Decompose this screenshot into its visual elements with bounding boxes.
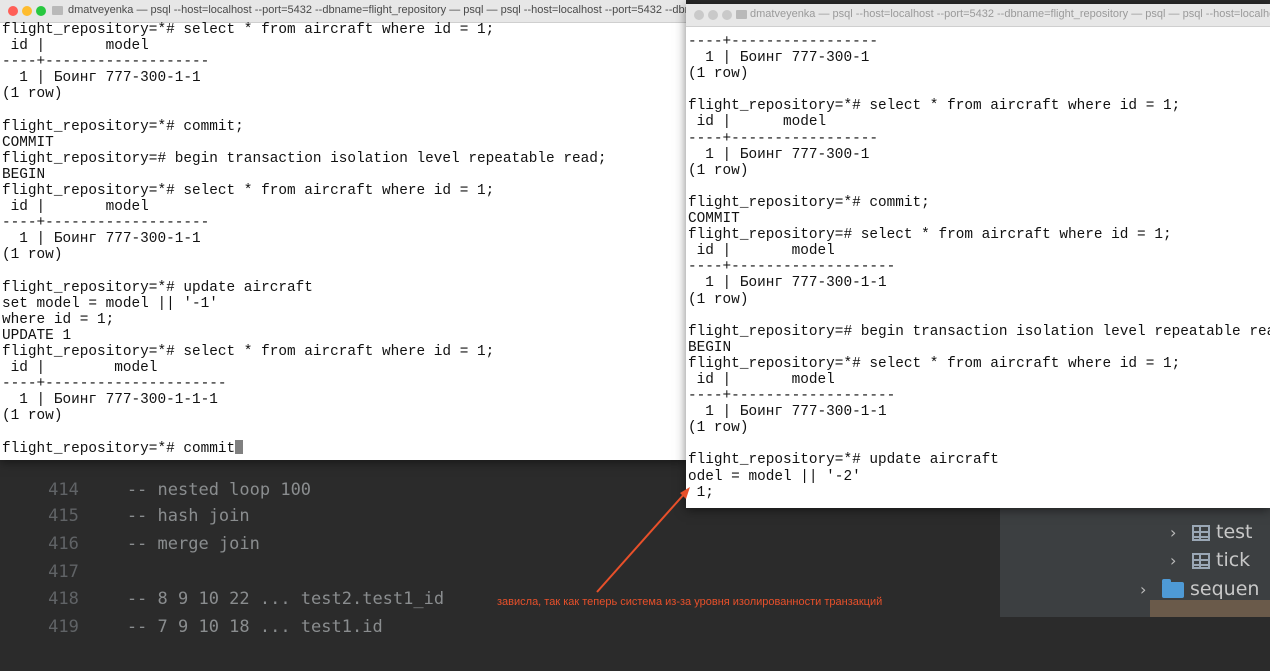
annotation-arrow-icon	[596, 487, 690, 593]
code-text: -- 7 9 10 18 ... test1.id	[126, 617, 383, 637]
line-number: 419	[48, 617, 79, 637]
annotation-caption: зависла, так как теперь система из-за ур…	[497, 596, 883, 608]
